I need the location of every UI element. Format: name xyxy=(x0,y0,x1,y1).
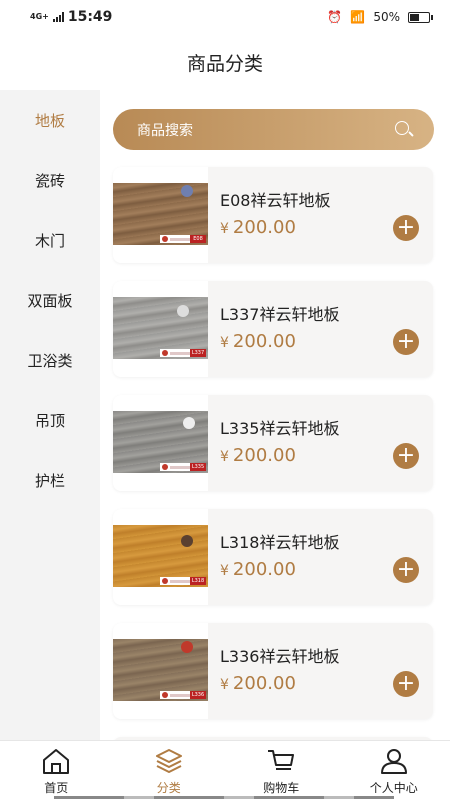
product-image: E08 xyxy=(113,167,208,263)
category-sidebar: 地板 瓷砖 木门 双面板 卫浴类 吊顶 护栏 xyxy=(0,90,100,740)
product-card[interactable]: L335 L335祥云轩地板 ¥200.00 + xyxy=(113,395,433,491)
product-name: E08祥云轩地板 xyxy=(220,191,331,210)
product-image: L336 xyxy=(113,623,208,719)
decor-icon xyxy=(177,305,189,317)
network-indicator: 4G+ xyxy=(30,12,49,21)
price-value: 200.00 xyxy=(232,217,296,238)
plus-icon: + xyxy=(396,329,416,354)
product-card[interactable]: E08 E08祥云轩地板 ¥200.00 + xyxy=(113,167,433,263)
status-right: ⏰ 📶 50% xyxy=(327,10,433,24)
plus-icon: + xyxy=(396,557,416,582)
currency-symbol: ¥ xyxy=(220,221,229,237)
status-time: 15:49 xyxy=(67,9,113,25)
price-value: 200.00 xyxy=(232,559,296,580)
product-image: L337 xyxy=(113,281,208,377)
sidebar-item-railing[interactable]: 护栏 xyxy=(0,450,100,510)
page-title: 商品分类 xyxy=(186,52,263,75)
sidebar-item-double-panel[interactable]: 双面板 xyxy=(0,270,100,330)
alarm-icon: ⏰ xyxy=(327,10,343,24)
product-panel: 商品搜索 E08 E08祥云轩地板 ¥200.00 + L337 L337祥云轩… xyxy=(100,90,450,740)
tab-label: 购物车 xyxy=(263,781,300,795)
add-to-cart-button[interactable]: + xyxy=(393,215,419,241)
product-card[interactable]: L337 L337祥云轩地板 ¥200.00 + xyxy=(113,281,433,377)
battery-text: 50% xyxy=(373,10,400,24)
product-price: ¥200.00 xyxy=(220,673,296,694)
status-bar: 4G+ 15:49 ⏰ 📶 50% xyxy=(0,0,450,34)
bottom-tab-bar: 首页 分类 购物车 个人中心 xyxy=(0,740,450,800)
sidebar-item-ceiling[interactable]: 吊顶 xyxy=(0,390,100,450)
product-price: ¥200.00 xyxy=(220,445,296,466)
tab-cart[interactable]: 购物车 xyxy=(225,741,338,800)
category-icon xyxy=(155,749,182,773)
sidebar-item-label: 木门 xyxy=(34,231,65,250)
product-code: L335 xyxy=(190,463,206,471)
plus-icon: + xyxy=(396,215,416,240)
product-price: ¥200.00 xyxy=(220,559,296,580)
page-header: 商品分类 xyxy=(0,34,450,90)
tab-label: 首页 xyxy=(44,781,69,795)
home-icon xyxy=(43,749,70,774)
price-value: 200.00 xyxy=(232,673,296,694)
cart-icon xyxy=(268,750,295,770)
currency-symbol: ¥ xyxy=(220,677,229,693)
product-name: L335祥云轩地板 xyxy=(220,419,340,438)
flower-icon xyxy=(181,185,193,197)
user-icon xyxy=(380,749,407,774)
currency-symbol: ¥ xyxy=(220,563,229,579)
home-indicator[interactable] xyxy=(54,796,394,799)
sidebar-item-label: 瓷砖 xyxy=(34,171,65,190)
sidebar-item-wood-doors[interactable]: 木门 xyxy=(0,210,100,270)
search-bar[interactable]: 商品搜索 xyxy=(113,109,434,150)
product-card[interactable]: L318 L318祥云轩地板 ¥200.00 + xyxy=(113,509,433,605)
sidebar-item-label: 地板 xyxy=(34,111,65,130)
currency-symbol: ¥ xyxy=(220,449,229,465)
product-price: ¥200.00 xyxy=(220,331,296,352)
add-to-cart-button[interactable]: + xyxy=(393,329,419,355)
tab-label: 个人中心 xyxy=(369,781,418,795)
product-code: L318 xyxy=(190,577,206,585)
product-image: L335 xyxy=(113,395,208,491)
product-code: E08 xyxy=(190,235,206,243)
currency-symbol: ¥ xyxy=(220,335,229,351)
tab-profile[interactable]: 个人中心 xyxy=(338,741,450,800)
signal-icon xyxy=(52,12,64,22)
wifi-icon: 📶 xyxy=(350,10,366,24)
decor-icon xyxy=(181,535,193,547)
plus-icon: + xyxy=(396,443,416,468)
product-name: L337祥云轩地板 xyxy=(220,305,340,324)
search-icon[interactable] xyxy=(394,120,414,140)
product-code: L337 xyxy=(190,349,206,357)
product-name: L336祥云轩地板 xyxy=(220,647,340,666)
sidebar-item-flooring[interactable]: 地板 xyxy=(0,90,100,150)
sidebar-item-label: 卫浴类 xyxy=(27,351,73,370)
product-code: L336 xyxy=(190,691,206,699)
sidebar-item-label: 双面板 xyxy=(27,291,73,310)
tab-category[interactable]: 分类 xyxy=(113,741,226,800)
sidebar-item-label: 吊顶 xyxy=(34,411,65,430)
flower-icon xyxy=(181,641,193,653)
sidebar-item-label: 护栏 xyxy=(34,471,65,490)
sidebar-item-bathroom[interactable]: 卫浴类 xyxy=(0,330,100,390)
add-to-cart-button[interactable]: + xyxy=(393,443,419,469)
search-input[interactable]: 商品搜索 xyxy=(137,120,394,140)
battery-icon xyxy=(408,11,433,23)
product-image: L318 xyxy=(113,509,208,605)
tab-home[interactable]: 首页 xyxy=(0,741,113,800)
product-name: L318祥云轩地板 xyxy=(220,533,340,552)
plus-icon: + xyxy=(396,671,416,696)
decor-icon xyxy=(183,417,195,429)
price-value: 200.00 xyxy=(232,445,296,466)
add-to-cart-button[interactable]: + xyxy=(393,671,419,697)
price-value: 200.00 xyxy=(232,331,296,352)
sidebar-item-tiles[interactable]: 瓷砖 xyxy=(0,150,100,210)
tab-label: 分类 xyxy=(156,781,181,795)
product-price: ¥200.00 xyxy=(220,217,296,238)
product-card[interactable]: L336 L336祥云轩地板 ¥200.00 + xyxy=(113,623,433,719)
add-to-cart-button[interactable]: + xyxy=(393,557,419,583)
